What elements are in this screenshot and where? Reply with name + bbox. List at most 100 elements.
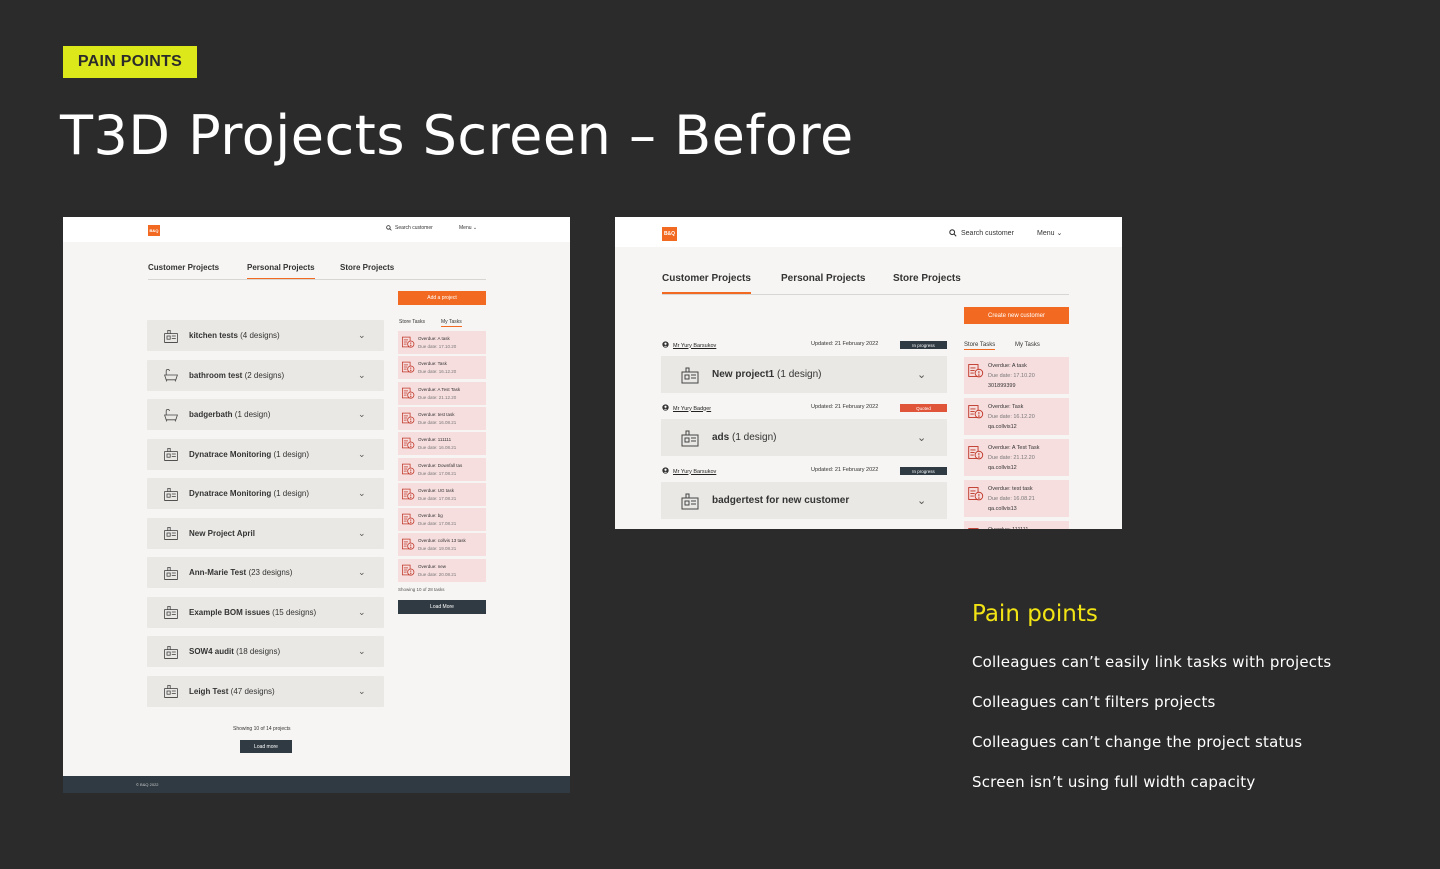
task-item[interactable]: Overdue: bg Due date: 17.08.21 [398, 508, 486, 532]
task-text: Overdue: collvis 13 task Due date: 19.08.… [418, 537, 466, 553]
user-icon [662, 404, 669, 413]
project-title: Dynatrace Monitoring [189, 449, 272, 459]
project-row[interactable]: Dynatrace Monitoring (1 design) ⌄ [147, 478, 384, 509]
menu-button[interactable]: Menu ⌄ [1037, 229, 1062, 237]
project-design-count: (4 designs) [240, 331, 280, 340]
load-more-projects-button[interactable]: Load more [240, 740, 292, 753]
project-title: New project1 [712, 369, 775, 380]
project-name: Dynatrace Monitoring (1 design) [189, 489, 358, 498]
project-name: SOW4 audit (18 designs) [189, 647, 358, 656]
chevron-down-icon[interactable]: ⌄ [358, 528, 368, 539]
customer-link[interactable]: Mr Yury Barsukov [662, 467, 716, 476]
kitchen-icon [163, 565, 181, 581]
project-row[interactable]: New project1 (1 design) ⌄ [661, 356, 947, 393]
task-tabs: Store Tasks My Tasks [964, 342, 1069, 352]
chevron-down-icon[interactable]: ⌄ [917, 368, 927, 381]
task-item[interactable]: Overdue: UG task Due date: 17.08.21 [398, 482, 486, 506]
customer-link[interactable]: Mr Yury Badger [662, 404, 711, 413]
tab-personal-projects[interactable]: Personal Projects [247, 263, 315, 279]
create-customer-button[interactable]: Create new customer [964, 307, 1069, 324]
project-row[interactable]: Dynatrace Monitoring (1 design) ⌄ [147, 438, 384, 470]
task-item[interactable]: Overdue: A Test Task Due date: 21.12.20 qa… [964, 439, 1069, 476]
tab-store-tasks[interactable]: Store Tasks [964, 342, 996, 350]
task-item[interactable]: Overdue: Downfall tas Due date: 17.08.21 [398, 457, 486, 481]
slide-title: T3D Projects Screen – Before [60, 104, 854, 167]
customer-header: Mr Yury Barsukov Updated: 21 February 202… [662, 467, 947, 476]
customer-header: Mr Yury Barsukov Updated: 21 February 202… [662, 341, 947, 350]
tab-my-tasks[interactable]: My Tasks [441, 319, 462, 327]
project-row[interactable]: New Project April ⌄ [147, 517, 384, 549]
task-item[interactable]: Overdue: Task Due date: 16.12.20 [398, 356, 486, 380]
chevron-down-icon[interactable]: ⌄ [358, 409, 368, 420]
task-title: Overdue: A task [418, 336, 450, 341]
pain-points-heading: Pain points [972, 601, 1098, 627]
chevron-down-icon[interactable]: ⌄ [358, 607, 368, 618]
overdue-task-icon [967, 362, 984, 379]
kitchen-icon [680, 365, 702, 385]
customer-header: Mr Yury Badger Updated: 21 February 2022 Q… [662, 404, 947, 413]
load-more-tasks-button[interactable]: Load More [398, 600, 486, 614]
chevron-down-icon[interactable]: ⌄ [358, 488, 368, 499]
pain-point-item: Screen isn’t using full width capacity [972, 773, 1256, 791]
tab-customer-projects[interactable]: Customer Projects [148, 263, 219, 278]
chevron-down-icon[interactable]: ⌄ [358, 646, 368, 657]
chevron-down-icon[interactable]: ⌄ [358, 567, 368, 578]
project-row[interactable]: bathroom test (2 designs) ⌄ [147, 359, 384, 391]
bq-logo[interactable]: B&Q [148, 225, 160, 236]
tab-personal-projects[interactable]: Personal Projects [781, 273, 865, 292]
tab-customer-projects[interactable]: Customer Projects [662, 273, 751, 294]
project-row[interactable]: Ann-Marie Test (23 designs) ⌄ [147, 557, 384, 588]
task-item[interactable]: Overdue: collvis 13 task Due date: 19.08.… [398, 533, 486, 557]
bq-logo[interactable]: B&Q [662, 227, 677, 241]
task-item[interactable]: Overdue: test task Due date: 16.08.21 [398, 406, 486, 430]
chevron-down-icon[interactable]: ⌄ [358, 686, 368, 697]
task-item[interactable]: Overdue: 111111 Due date: 16.08.21 [398, 432, 486, 456]
project-row[interactable]: ads (1 design) ⌄ [661, 419, 947, 456]
chevron-down-icon[interactable]: ⌄ [358, 330, 368, 341]
menu-button[interactable]: Menu ⌄ [459, 225, 477, 231]
pain-point-item: Colleagues can’t change the project stat… [972, 733, 1303, 751]
project-row[interactable]: badgertest for new customer ⌄ [661, 482, 947, 519]
task-text: Overdue: test task Due date: 16.08.21 [418, 411, 456, 427]
chevron-down-icon[interactable]: ⌄ [358, 449, 368, 460]
chevron-down-icon[interactable]: ⌄ [917, 431, 927, 444]
task-item[interactable]: Overdue: test task Due date: 16.08.21 qa.c… [964, 480, 1069, 517]
project-title: Leigh Test [189, 686, 229, 696]
project-design-count: (1 design) [234, 410, 271, 419]
task-item[interactable]: Overdue: new Due date: 20.08.21 [398, 558, 486, 582]
task-text: Overdue: UG task Due date: 17.08.21 [418, 487, 456, 503]
tab-store-tasks[interactable]: Store Tasks [399, 319, 425, 325]
kitchen-icon [163, 525, 181, 541]
project-row[interactable]: SOW4 audit (18 designs) ⌄ [147, 636, 384, 667]
search-customer[interactable]: Search customer [386, 225, 433, 231]
tab-my-tasks[interactable]: My Tasks [1015, 342, 1040, 348]
task-item[interactable]: Overdue: Task Due date: 16.12.20 qa.collvi… [964, 398, 1069, 435]
project-name: bathroom test (2 designs) [189, 371, 358, 380]
task-item[interactable]: Overdue: 111111 [964, 521, 1069, 529]
task-text: Overdue: A task Due date: 17.10.20 3018993… [988, 361, 1035, 391]
task-item[interactable]: Overdue: A task Due date: 17.10.20 3018993… [964, 357, 1069, 394]
project-title: Example BOM issues [189, 607, 270, 617]
task-text: Overdue: Task Due date: 16.12.20 qa.collvi… [988, 402, 1035, 432]
tab-store-projects[interactable]: Store Projects [893, 273, 961, 292]
project-row[interactable]: Leigh Test (47 designs) ⌄ [147, 675, 384, 707]
task-item[interactable]: Overdue: A Test Task Due date: 21.12.20 [398, 381, 486, 405]
search-customer[interactable]: Search customer [949, 229, 1014, 237]
projects-count: Showing 10 of 14 projects [233, 726, 291, 732]
project-row[interactable]: badgerbath (1 design) ⌄ [147, 399, 384, 430]
tab-store-projects[interactable]: Store Projects [340, 263, 394, 278]
project-title: ads [712, 432, 730, 443]
task-item[interactable]: Overdue: A task Due date: 17.10.20 [398, 331, 486, 354]
chevron-down-icon[interactable]: ⌄ [358, 370, 368, 381]
overdue-task-icon [967, 403, 984, 420]
customer-link[interactable]: Mr Yury Barsukov [662, 341, 716, 350]
chevron-down-icon[interactable]: ⌄ [917, 494, 927, 507]
pain-point-item: Colleagues can’t easily link tasks with … [972, 653, 1332, 671]
task-due-date: Due date: 17.08.21 [418, 521, 457, 527]
project-row[interactable]: kitchen tests (4 designs) ⌄ [147, 320, 384, 351]
add-project-button[interactable]: Add a project [398, 291, 486, 305]
project-name: New project1 (1 design) [712, 369, 917, 380]
project-row[interactable]: Example BOM issues (15 designs) ⌄ [147, 596, 384, 628]
bath-icon [163, 367, 181, 383]
kitchen-icon [163, 328, 181, 344]
